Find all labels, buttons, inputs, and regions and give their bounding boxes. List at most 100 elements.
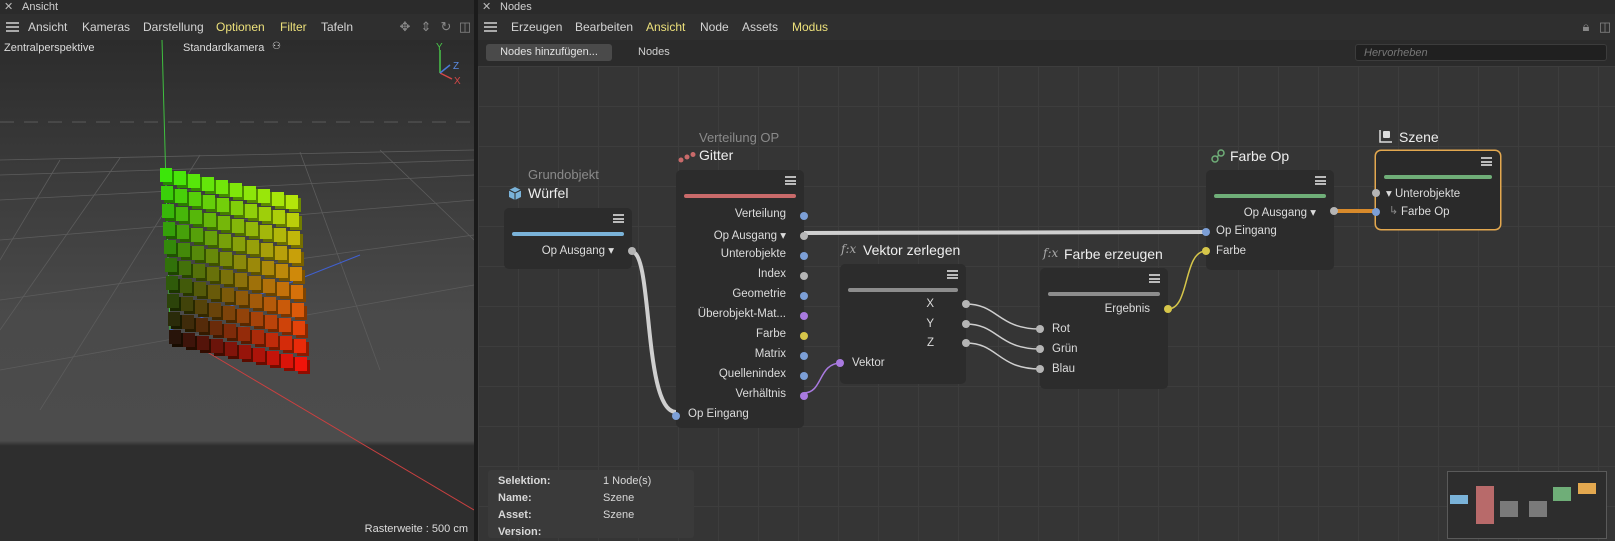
camera-icon[interactable]: ⚇: [272, 41, 281, 52]
menu-optionen[interactable]: Optionen: [216, 20, 265, 34]
gitter-node[interactable]: Verteilung Op Ausgang ▾ Unterobjekte Ind…: [672, 170, 808, 428]
selection-info-panel: Selektion: 1 Node(s) Name: Szene Asset: …: [488, 470, 694, 538]
cube-clone: [208, 285, 220, 299]
port-dot[interactable]: [672, 412, 680, 420]
vektor-port-x[interactable]: X: [926, 298, 934, 310]
vektor-port-z[interactable]: Z: [927, 337, 934, 349]
wuerfel-node[interactable]: Op Ausgang ▾: [504, 208, 636, 269]
port-dot[interactable]: [1036, 365, 1044, 373]
port-dot[interactable]: [800, 372, 808, 380]
port-dot[interactable]: [800, 292, 808, 300]
menu-ansicht[interactable]: Ansicht: [28, 20, 67, 34]
port-dot[interactable]: [1372, 208, 1380, 216]
menu-darstellung[interactable]: Darstellung: [143, 20, 204, 34]
farbe-op-port-op-eingang[interactable]: Op Eingang: [1216, 225, 1277, 237]
port-dot[interactable]: [962, 339, 970, 347]
node-menu-icon[interactable]: [1149, 274, 1160, 283]
node-graph-canvas[interactable]: Grundobjekt Würfel Op Ausgang ▾ Verteilu…: [478, 66, 1615, 541]
hamburger-menu-icon[interactable]: [484, 22, 497, 32]
gitter-port-matrix[interactable]: Matrix: [755, 348, 786, 360]
farbe-op-port-farbe[interactable]: Farbe: [1216, 245, 1246, 257]
maximize-icon[interactable]: ◫: [1598, 20, 1612, 34]
add-nodes-button[interactable]: Nodes hinzufügen...: [486, 44, 612, 61]
gitter-port-farbe[interactable]: Farbe: [756, 328, 786, 340]
3d-viewport[interactable]: Zentralperspektive Standardkamera ⚇ Y Z …: [0, 40, 474, 541]
farbe-erzeugen-port-ergebnis[interactable]: Ergebnis: [1105, 303, 1150, 315]
szene-node[interactable]: ▾ Unterobjekte ↳ Farbe Op: [1372, 151, 1500, 229]
highlight-search-input[interactable]: Hervorheben: [1355, 44, 1607, 61]
port-dot[interactable]: [836, 359, 844, 367]
rotate-view-icon[interactable]: ↻: [439, 20, 453, 34]
node-menu-icon[interactable]: [1315, 176, 1326, 185]
node-minimap[interactable]: [1447, 471, 1607, 539]
farbe-erzeugen-port-rot[interactable]: Rot: [1052, 323, 1070, 335]
nodes-tab[interactable]: Nodes: [638, 46, 670, 58]
gitter-port-unterobjekte[interactable]: Unterobjekte: [721, 248, 786, 260]
maximize-view-icon[interactable]: ◫: [458, 20, 472, 34]
lock-icon[interactable]: 🔒︎: [1579, 20, 1593, 34]
port-dot[interactable]: [1372, 189, 1380, 197]
wuerfel-output-port[interactable]: Op Ausgang ▾: [542, 243, 614, 257]
cube-clone: [248, 258, 260, 272]
gitter-port-index[interactable]: Index: [758, 268, 786, 280]
port-dot[interactable]: [800, 212, 808, 220]
node-menu-icon[interactable]: [947, 270, 958, 279]
close-icon[interactable]: ✕: [482, 0, 491, 14]
hamburger-menu-icon[interactable]: [6, 22, 19, 32]
port-dot[interactable]: [800, 232, 808, 240]
port-dot[interactable]: [800, 272, 808, 280]
farbe-op-port-op-ausgang[interactable]: Op Ausgang ▾: [1244, 205, 1316, 219]
szene-item-farbe-op[interactable]: Farbe Op: [1401, 206, 1450, 218]
port-dot[interactable]: [1202, 228, 1210, 236]
port-dot[interactable]: [800, 392, 808, 400]
menu-modus[interactable]: Modus: [792, 20, 828, 34]
port-dot[interactable]: [800, 252, 808, 260]
port-dot[interactable]: [1036, 325, 1044, 333]
port-dot[interactable]: [800, 352, 808, 360]
farbe-erzeugen-port-blau[interactable]: Blau: [1052, 363, 1075, 375]
menu-erzeugen[interactable]: Erzeugen: [511, 20, 562, 34]
farbe-op-node[interactable]: Op Ausgang ▾ Op Eingang Farbe: [1202, 170, 1338, 270]
gitter-port-verhaeltnis[interactable]: Verhältnis: [735, 388, 786, 400]
viewport-menubar: Ansicht Kameras Darstellung Optionen Fil…: [0, 14, 474, 40]
close-icon[interactable]: ✕: [4, 0, 13, 14]
zoom-view-icon[interactable]: ⇕: [419, 20, 433, 34]
port-dot[interactable]: [1164, 305, 1172, 313]
node-menu-icon[interactable]: [785, 176, 796, 185]
port-dot[interactable]: [1330, 207, 1338, 215]
gitter-port-ueberobjekt-matrix[interactable]: Überobjekt-Mat...: [698, 308, 786, 320]
port-dot[interactable]: [1202, 247, 1210, 255]
menu-ansicht[interactable]: Ansicht: [646, 20, 685, 34]
menu-bearbeiten[interactable]: Bearbeiten: [575, 20, 633, 34]
node-menu-icon[interactable]: [613, 214, 624, 223]
gitter-port-quellenindex[interactable]: Quellenindex: [719, 368, 786, 380]
cube-clone: [166, 276, 178, 290]
farbe-erzeugen-port-gruen[interactable]: Grün: [1052, 343, 1078, 355]
port-dot[interactable]: [962, 300, 970, 308]
menu-assets[interactable]: Assets: [742, 20, 778, 34]
move-view-icon[interactable]: ✥: [398, 20, 412, 34]
gitter-port-verteilung[interactable]: Verteilung: [735, 208, 786, 220]
cube-clone: [177, 225, 189, 239]
port-dot[interactable]: [800, 332, 808, 340]
port-dot[interactable]: [800, 312, 808, 320]
port-dot[interactable]: [962, 320, 970, 328]
vektor-port-vektor[interactable]: Vektor: [852, 357, 885, 369]
gitter-port-geometrie[interactable]: Geometrie: [732, 288, 786, 300]
menu-kameras[interactable]: Kameras: [82, 20, 130, 34]
port-dot[interactable]: [1036, 345, 1044, 353]
cube-clone: [266, 333, 278, 347]
node-menu-icon[interactable]: [1481, 157, 1492, 166]
port-dot[interactable]: [628, 247, 636, 255]
wuerfel-node-title: Würfel: [528, 185, 569, 201]
menu-filter[interactable]: Filter: [280, 20, 307, 34]
menu-tafeln[interactable]: Tafeln: [321, 20, 353, 34]
vektor-zerlegen-node[interactable]: X Y Z Vektor: [836, 264, 970, 384]
gitter-port-op-eingang[interactable]: Op Eingang: [688, 408, 749, 420]
szene-item-unterobjekte[interactable]: ▾ Unterobjekte: [1386, 186, 1460, 200]
menu-node[interactable]: Node: [700, 20, 729, 34]
gitter-port-op-ausgang[interactable]: Op Ausgang ▾: [714, 228, 786, 242]
camera-label[interactable]: Standardkamera: [183, 42, 264, 54]
vektor-port-y[interactable]: Y: [926, 318, 934, 330]
farbe-erzeugen-node[interactable]: Ergebnis Rot Grün Blau: [1036, 268, 1172, 389]
